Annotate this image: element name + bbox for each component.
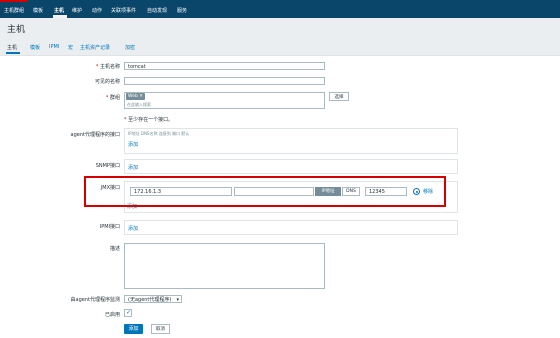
description-label: 描述 <box>109 246 120 252</box>
hostname-input[interactable]: tomcat <box>124 62 325 70</box>
ipmi-interface-label: IPMI接口 <box>99 224 120 230</box>
tab-active-indicator <box>6 52 20 54</box>
tag-remove-icon[interactable]: ✕ <box>139 94 143 99</box>
groups-search-placeholder: 在此输入搜索 <box>127 102 151 107</box>
nav-item-actions[interactable]: 动作 <box>92 7 102 14</box>
proxy-label: 由agent代理程序监测 <box>70 297 120 303</box>
ipmi-add-link[interactable]: 添加 <box>128 225 138 232</box>
hostname-label: * 主机名称 <box>95 64 120 70</box>
nav-active-indicator <box>53 15 67 18</box>
nav-item-templates[interactable]: 模板 <box>33 7 43 14</box>
visible-name-input[interactable] <box>124 77 325 85</box>
agent-add-link[interactable]: 添加 <box>128 141 138 148</box>
tab-encryption[interactable]: 加密 <box>125 44 135 51</box>
agent-interface-headers: IP地址 DNS名称 连接到 端口 默认 <box>128 131 190 136</box>
groups-multiselect[interactable] <box>124 92 325 109</box>
snmp-add-link[interactable]: 添加 <box>128 164 138 171</box>
nav-item-discovery[interactable]: 自动发现 <box>147 7 167 14</box>
groups-label: * 群组 <box>105 95 120 101</box>
highlight-annotation-box <box>84 176 446 207</box>
snmp-interface-box <box>124 159 458 174</box>
checkmark-icon: ✓ <box>126 309 132 316</box>
add-submit-button[interactable]: 添加 <box>124 324 143 334</box>
snmp-interface-label: SNMP接口 <box>95 163 120 169</box>
tab-macros[interactable]: 宏 <box>68 44 73 51</box>
ipmi-interface-box <box>124 220 458 235</box>
groups-select-button[interactable]: 选择 <box>329 92 349 101</box>
tab-host[interactable]: 主机 <box>7 44 17 51</box>
group-tag-web[interactable]: Web ✕ <box>126 93 146 100</box>
top-nav-bar: 主机群组 模板 主机 维护 动作 关联项事件 自动发现 服务 <box>0 0 560 18</box>
proxy-select[interactable]: (无agent代理程序) ▾ <box>124 295 182 303</box>
visible-name-label: 可见的名称 <box>94 79 120 85</box>
enabled-label: 已启用 <box>104 312 120 318</box>
description-textarea[interactable] <box>124 243 325 289</box>
cancel-button[interactable]: 取消 <box>151 324 170 334</box>
chevron-down-icon: ▾ <box>176 297 179 303</box>
page-title: 主机 <box>7 25 26 35</box>
agent-interface-label: agent代理程序的接口 <box>70 132 120 138</box>
interface-note: * 至少存在一个接口。 <box>124 117 174 123</box>
nav-item-services[interactable]: 服务 <box>177 7 187 14</box>
nav-item-hosts[interactable]: 主机 <box>54 7 64 14</box>
brand-accent <box>0 0 28 2</box>
nav-item-maintenance[interactable]: 维护 <box>72 7 82 14</box>
tab-ipmi[interactable]: IPMI <box>49 44 59 50</box>
tab-inventory[interactable]: 主机资产记录 <box>80 44 110 51</box>
nav-item-correlation[interactable]: 关联项事件 <box>111 7 136 14</box>
nav-item-host-groups[interactable]: 主机群组 <box>4 7 24 14</box>
tab-templates[interactable]: 模板 <box>30 44 40 51</box>
enabled-checkbox[interactable]: ✓ <box>124 309 132 317</box>
